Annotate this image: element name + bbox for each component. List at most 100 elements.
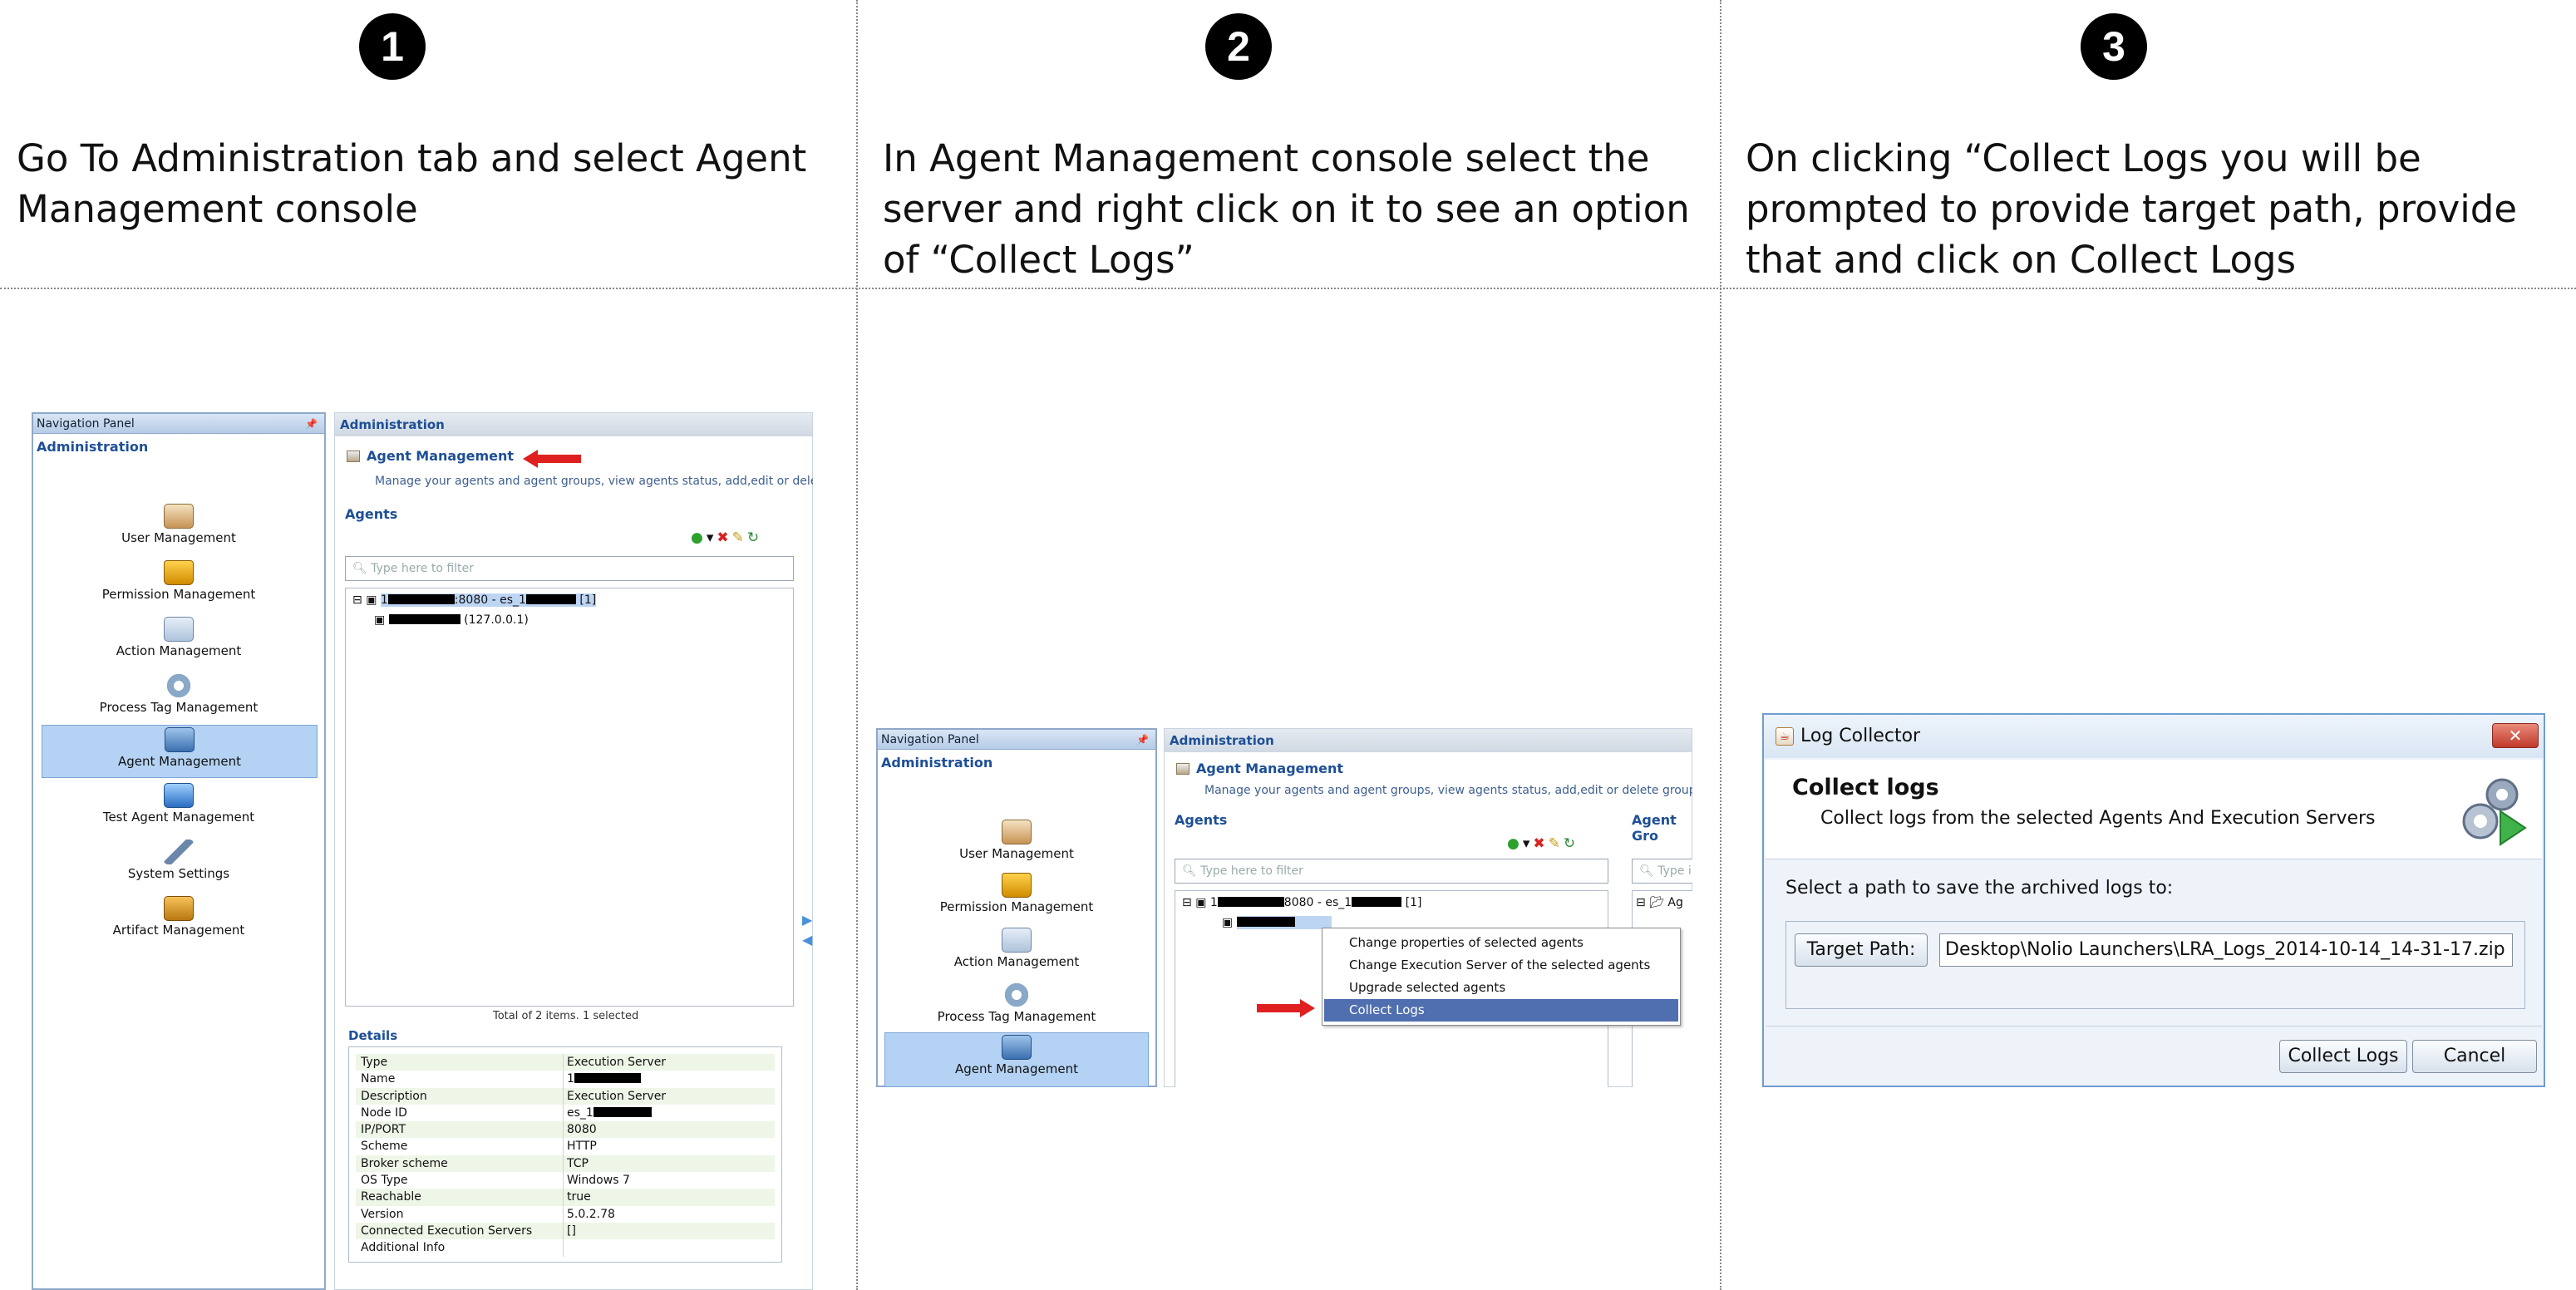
tree-row-agent[interactable]: ▣ [1222, 916, 1332, 929]
action-icon [1002, 928, 1032, 953]
details-row: Node ID es_1 [356, 1104, 775, 1122]
nav-item-artifact-management[interactable]: Artifact Management [33, 896, 324, 938]
details-row: Connected Execution Servers[] [356, 1222, 775, 1240]
details-row: Broker scheme TCP [356, 1155, 775, 1173]
agent-filter-input[interactable]: 🔍︎ Type here to filter [1175, 859, 1608, 884]
nav-item-test-agent-management[interactable]: Test Agent Management [33, 783, 324, 825]
cube-icon [347, 451, 360, 462]
dialog-subheading: Collect logs from the selected Agents An… [1820, 808, 2376, 829]
details-row: Scheme HTTP [356, 1138, 775, 1155]
details-row: Reachable true [356, 1189, 775, 1206]
agent-icon [165, 727, 195, 752]
dropdown-icon[interactable]: ▾ [1523, 835, 1534, 852]
nav-item-agent-management[interactable]: Agent Management [42, 725, 318, 778]
step-1-text: Go To Administration tab and select Agen… [17, 136, 807, 231]
agent-icon [1002, 1035, 1032, 1060]
nav-item-action-management[interactable]: Action Management [878, 928, 1155, 969]
pin-icon[interactable]: 📌 [305, 414, 318, 434]
cancel-button[interactable]: Cancel [2412, 1040, 2537, 1073]
collect-logs-button[interactable]: Collect Logs [2279, 1040, 2407, 1073]
details-row: Type Execution Server [356, 1054, 775, 1071]
agent-node-icon: ▣ [374, 613, 386, 627]
navigation-panel-header: Navigation Panel 📌 [878, 730, 1155, 750]
nav-item-user-management[interactable]: User Management [878, 820, 1155, 861]
nav-item-label: Artifact Management [112, 923, 245, 938]
details-row: IP/PORT 8080 [356, 1121, 775, 1139]
tree-row-agent[interactable]: ▣ (127.0.0.1) [374, 613, 529, 627]
details-row: Description Execution Server [356, 1087, 775, 1105]
details-row: Version 5.0.2.78 [356, 1205, 775, 1223]
nav-item-action-management[interactable]: Action Management [33, 617, 324, 658]
nav-item-label: Test Agent Management [102, 810, 255, 825]
step-3-badge: 3 [2081, 13, 2147, 80]
agent-management-title[interactable]: Agent Management [1176, 761, 1343, 776]
server-icon: ▣ [1195, 896, 1207, 909]
nav-item-process-tag-management[interactable]: Process Tag Management [878, 982, 1155, 1024]
gears-play-icon [2462, 778, 2527, 846]
details-row: Additional Info [356, 1239, 775, 1257]
row-divider [0, 288, 2576, 289]
menu-item-change-execution-server[interactable]: Change Execution Server of the selected … [1324, 954, 1678, 977]
user-icon [164, 504, 194, 529]
group-filter-input[interactable]: 🔍︎ Type i [1632, 859, 1692, 884]
agent-management-title[interactable]: Agent Management [347, 448, 514, 464]
menu-item-upgrade-agents[interactable]: Upgrade selected agents [1324, 977, 1678, 999]
agent-filter-input[interactable]: 🔍︎ Type here to filter [345, 556, 794, 581]
nav-item-label: Action Management [953, 954, 1080, 969]
nav-item-label: System Settings [127, 866, 230, 881]
dropdown-icon[interactable]: ▾ [707, 529, 717, 546]
delete-icon[interactable]: ✖ [717, 529, 731, 546]
nav-item-label: Agent Management [118, 754, 241, 769]
menu-item-collect-logs[interactable]: Collect Logs [1324, 999, 1678, 1022]
java-icon: ☕︎ [1776, 727, 1794, 746]
nav-item-agent-management[interactable]: Agent Management [884, 1032, 1149, 1087]
tree-row-server[interactable]: ⊟ ▣ 1 8080 - es_1 [1] [1182, 896, 1422, 909]
nav-item-process-tag-management[interactable]: Process Tag Management [33, 673, 324, 715]
group-row[interactable]: ⊟ 📂︎ Ag [1636, 896, 1683, 909]
server-label: 1:8080 - es_1 [1] [380, 593, 597, 607]
add-agent-icon[interactable]: ● [1507, 835, 1523, 852]
navigation-panel-title: Navigation Panel [881, 733, 979, 746]
add-agent-icon[interactable]: ● [691, 529, 707, 546]
close-icon[interactable]: ✕ [2492, 723, 2539, 748]
test-agent-icon [164, 783, 194, 808]
nav-item-label: Process Tag Management [99, 700, 259, 715]
nav-item-label: User Management [959, 846, 1074, 861]
edit-icon[interactable]: ✎ [732, 529, 747, 546]
nav-item-system-settings[interactable]: System Settings [33, 839, 324, 881]
nav-item-permission-management[interactable]: Permission Management [33, 560, 324, 602]
scroll-right-icon[interactable]: ▶ [802, 912, 812, 928]
scroll-left-icon[interactable]: ◀ [802, 932, 812, 948]
collapse-icon[interactable]: ⊟ [352, 593, 362, 607]
nav-item-permission-management[interactable]: Permission Management [878, 873, 1155, 914]
screenshot-step-2: Navigation Panel 📌 Administration User M… [876, 728, 1692, 1087]
details-row: Name 1 [356, 1071, 775, 1088]
agents-label: Agents [1175, 812, 1228, 828]
tree-row-server[interactable]: ⊟ ▣ 1:8080 - es_1 [1] [352, 593, 597, 607]
administration-header: Administration [335, 413, 812, 436]
target-path-field[interactable]: Desktop\Nolio Launchers\LRA_Logs_2014-10… [1939, 933, 2513, 967]
target-path-button[interactable]: Target Path: [1795, 933, 1928, 967]
dialog-heading: Collect logs [1792, 775, 1939, 800]
collapse-icon[interactable]: ⊟ [1182, 896, 1192, 909]
menu-item-change-properties[interactable]: Change properties of selected agents [1324, 932, 1678, 954]
server-label: 1 8080 - es_1 [1] [1209, 896, 1422, 909]
dialog-title-bar: ☕︎ Log Collector ✕ [1764, 715, 2544, 758]
red-arrow-icon [523, 450, 581, 468]
agent-management-description: Manage your agents and agent groups, vie… [1204, 784, 1692, 797]
edit-icon[interactable]: ✎ [1549, 835, 1564, 852]
step-2-text: In Agent Management console select the s… [883, 136, 1690, 282]
refresh-icon[interactable]: ↻ [747, 529, 762, 546]
refresh-icon[interactable]: ↻ [1564, 835, 1579, 852]
step-3-text: On clicking “Collect Logs you will be pr… [1746, 136, 2518, 282]
delete-icon[interactable]: ✖ [1533, 835, 1548, 852]
nav-item-user-management[interactable]: User Management [33, 504, 324, 545]
artifact-icon [164, 896, 194, 921]
pin-icon[interactable]: 📌 [1136, 730, 1149, 750]
agents-toolbar: ●▾✖✎↻ [691, 529, 762, 546]
path-prompt: Select a path to save the archived logs … [1785, 878, 2174, 899]
agents-toolbar: ●▾✖✎↻ [1507, 835, 1579, 852]
red-arrow-icon [1257, 999, 1315, 1017]
total-items-text: Total of 2 items. 1 selected [493, 1010, 639, 1022]
step-2-badge: 2 [1205, 13, 1272, 80]
